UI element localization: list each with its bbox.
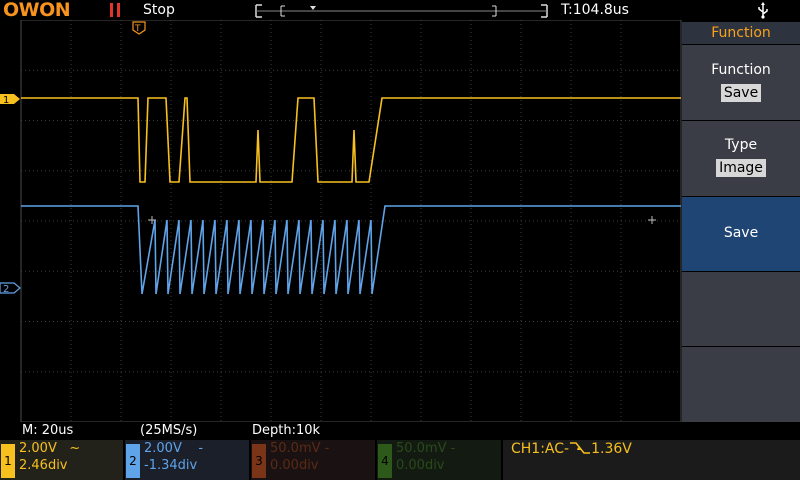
- ch2-marker: 2: [0, 282, 21, 295]
- ch2-badge: 2: [126, 444, 140, 478]
- ch3-status[interactable]: 3 50.0mV - 0.00div: [251, 440, 375, 480]
- trigger-time-readout: T:104.8us: [561, 2, 629, 18]
- stop-status-icon: [109, 3, 121, 17]
- ch4-badge: 4: [378, 444, 392, 478]
- run-status-label[interactable]: Stop: [143, 2, 175, 18]
- menu-empty-slot-4[interactable]: [682, 271, 800, 346]
- channel-status-bar: 1 2.00V ~ 2.46div 2 2.00V - -1.34div 3 5…: [0, 440, 800, 480]
- ch4-coupling: -: [450, 441, 456, 456]
- menu-function-button[interactable]: Function Save: [682, 44, 800, 120]
- ch4-volts: 50.0mV: [396, 441, 447, 456]
- menu-type-button[interactable]: Type Image: [682, 120, 800, 196]
- ch3-coupling: -: [324, 441, 330, 456]
- menu-function-label: Function: [711, 62, 771, 78]
- menu-function-value: Save: [720, 84, 762, 102]
- timebase-readout[interactable]: M: 20us: [22, 423, 73, 438]
- ch2-waveform: [21, 205, 681, 295]
- brand-logo: OWON: [3, 0, 71, 21]
- ch1-marker-label: 1: [3, 95, 9, 106]
- ch1-status[interactable]: 1 2.00V ~ 2.46div: [0, 440, 123, 480]
- trigger-position-bar: [255, 4, 548, 18]
- ch2-volts: 2.00V: [144, 441, 182, 456]
- acquisition-info: M: 20us (25MS/s) Depth:10k: [0, 422, 682, 439]
- ch2-coupling: -: [198, 441, 204, 456]
- sample-rate-readout: (25MS/s): [140, 423, 198, 438]
- ch1-offset: 2.46div: [19, 458, 68, 473]
- menu-type-label: Type: [724, 137, 758, 153]
- waveform-display[interactable]: 1 2 T: [0, 20, 682, 422]
- cursor-crosses: [148, 216, 656, 224]
- ch1-volts: 2.00V: [19, 441, 57, 456]
- trigger-source: CH1:AC-: [511, 441, 570, 457]
- falling-edge-icon: [570, 442, 591, 454]
- trigger-pointer-icon: [310, 6, 316, 10]
- top-status-bar: OWON Stop T:104.8us: [0, 0, 800, 22]
- menu-save-label: Save: [723, 225, 759, 241]
- trigger-status[interactable]: CH1:AC- 1.36V: [503, 440, 800, 480]
- memory-depth-readout[interactable]: Depth:10k: [252, 423, 320, 438]
- menu-empty-slot-5[interactable]: [682, 346, 800, 422]
- ch2-status[interactable]: 2 2.00V - -1.34div: [125, 440, 249, 480]
- ch3-offset: 0.00div: [270, 458, 319, 473]
- menu-save-button[interactable]: Save: [682, 196, 800, 271]
- ch4-status[interactable]: 4 50.0mV - 0.00div: [377, 440, 501, 480]
- ch3-badge: 3: [252, 444, 266, 478]
- ch2-marker-label: 2: [3, 284, 9, 295]
- menu-type-value: Image: [716, 159, 766, 177]
- ch4-offset: 0.00div: [396, 458, 445, 473]
- usb-icon: [758, 2, 768, 19]
- function-menu: Function Function Save Type Image Save: [682, 22, 800, 422]
- menu-title: Function: [682, 22, 800, 44]
- trigger-marker: T: [132, 21, 146, 35]
- waveform-grid: 1 2 T: [0, 20, 682, 422]
- ch3-volts: 50.0mV: [270, 441, 321, 456]
- trigger-level: 1.36V: [591, 441, 632, 457]
- ch1-waveform: [21, 97, 681, 183]
- ch2-offset: -1.34div: [144, 458, 198, 473]
- ch1-marker: 1: [0, 94, 20, 106]
- ch1-coupling: ~: [69, 441, 81, 456]
- trigger-marker-label: T: [134, 24, 141, 34]
- graticule: [21, 20, 681, 422]
- ch1-badge: 1: [1, 444, 15, 478]
